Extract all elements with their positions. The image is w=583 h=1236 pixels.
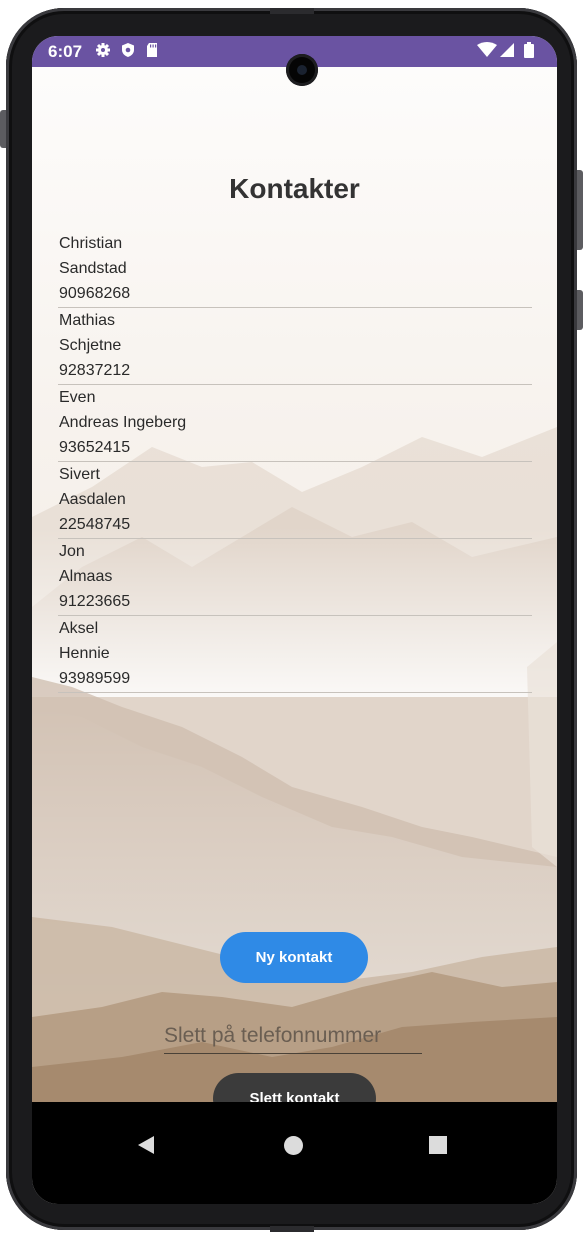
battery-icon: [524, 42, 534, 58]
sd-card-icon: [147, 43, 157, 57]
gear-icon: [96, 43, 110, 57]
contact-phone: 93989599: [59, 670, 131, 687]
volume-button: [577, 170, 583, 250]
contact-item[interactable]: Sivert Aasdalen 22548745: [58, 462, 532, 539]
contact-phone: 91223665: [59, 593, 131, 610]
new-contact-button[interactable]: Ny kontakt: [220, 932, 368, 983]
contact-phone: 93652415: [59, 439, 131, 456]
contact-first-name: Jon: [59, 543, 85, 560]
frame-bottom-notch: [270, 1226, 314, 1232]
contact-last-name: Schjetne: [59, 337, 122, 354]
contact-item[interactable]: Aksel Hennie 93989599: [58, 616, 532, 693]
shield-icon: [122, 43, 134, 57]
contact-item[interactable]: Even Andreas Ingeberg 93652415: [58, 385, 532, 462]
contact-last-name: Aasdalen: [59, 491, 126, 508]
contact-item[interactable]: Christian Sandstad 90968268: [58, 231, 532, 308]
signal-icon: [500, 43, 514, 57]
contact-phone: 90968268: [59, 285, 131, 302]
contact-first-name: Mathias: [59, 312, 116, 329]
device-screen: 6:07 Kontakter Christian Sandstad 909682…: [32, 36, 557, 1204]
wifi-icon: [477, 42, 497, 57]
contact-last-name: Hennie: [59, 645, 110, 662]
page-title: Kontakter: [229, 173, 360, 204]
contact-last-name: Sandstad: [59, 260, 127, 277]
contact-last-name: Almaas: [59, 568, 113, 585]
contact-first-name: Sivert: [59, 466, 100, 483]
power-button: [577, 290, 583, 330]
contact-list: Christian Sandstad 90968268 Mathias Schj…: [58, 231, 532, 693]
contact-phone: 92837212: [59, 362, 131, 379]
home-icon[interactable]: [284, 1136, 303, 1155]
recents-icon[interactable]: [429, 1136, 447, 1154]
delete-phone-input[interactable]: [164, 1019, 422, 1054]
frame-top-notch: [270, 8, 314, 14]
contact-phone: 22548745: [59, 516, 131, 533]
contact-first-name: Christian: [59, 235, 123, 252]
front-camera: [286, 54, 318, 86]
contact-item[interactable]: Jon Almaas 91223665: [58, 539, 532, 616]
contact-first-name: Aksel: [59, 620, 99, 637]
delete-contact-button[interactable]: Slett kontakt: [213, 1073, 376, 1102]
back-icon[interactable]: [137, 1135, 155, 1155]
status-time: 6:07: [48, 42, 83, 61]
app-content: Kontakter Christian Sandstad 90968268 Ma…: [32, 67, 557, 1102]
side-button-left: [0, 110, 6, 148]
contact-item[interactable]: Mathias Schjetne 92837212: [58, 308, 532, 385]
navigation-bar: [32, 1102, 557, 1204]
contact-first-name: Even: [59, 389, 96, 406]
contact-last-name: Andreas Ingeberg: [59, 414, 187, 431]
